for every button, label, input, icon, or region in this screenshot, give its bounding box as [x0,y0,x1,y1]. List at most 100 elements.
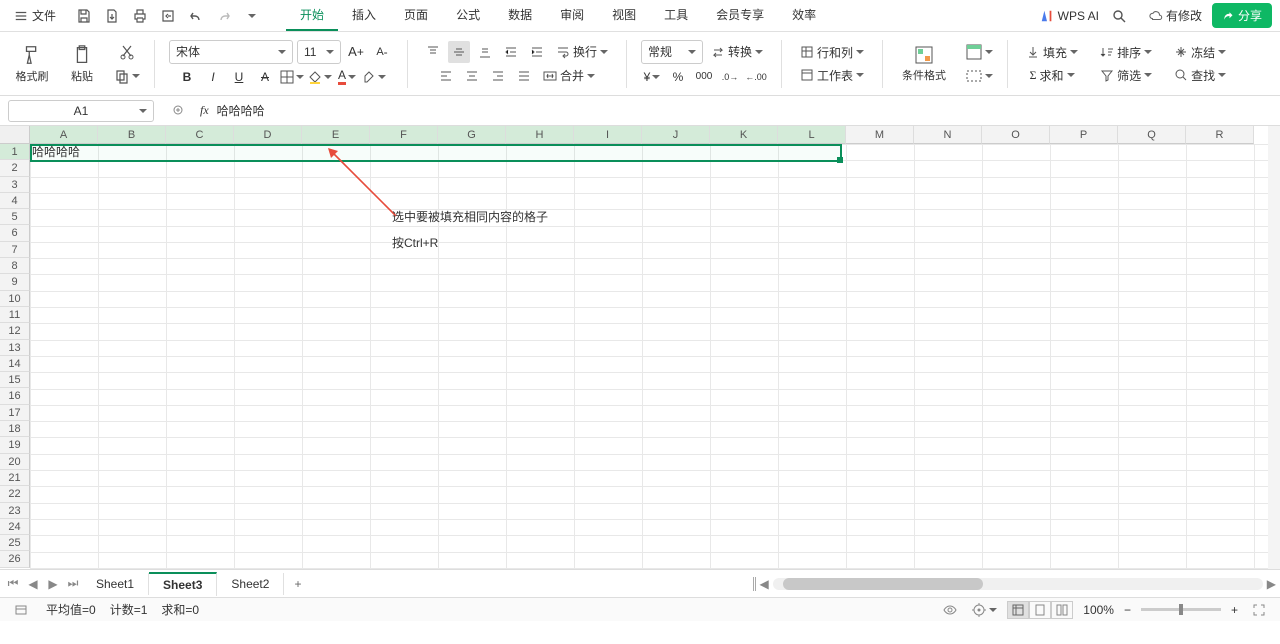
horizontal-scrollbar[interactable] [773,578,1263,590]
zoom-value[interactable]: 100% [1083,603,1114,617]
border-button[interactable] [280,66,304,88]
col-header-Q[interactable]: Q [1118,126,1186,144]
name-box[interactable]: A1 [8,100,154,122]
paste-button[interactable]: 粘贴 [60,38,104,90]
row-header-5[interactable]: 5 [0,209,30,225]
copy-button[interactable] [114,65,140,87]
row-header-19[interactable]: 19 [0,437,30,453]
tab-formula[interactable]: 公式 [442,0,494,31]
row-header-10[interactable]: 10 [0,291,30,307]
row-header-20[interactable]: 20 [0,454,30,470]
strikethrough-button[interactable]: A [254,66,276,88]
decrease-font-button[interactable]: A- [371,41,393,63]
row-header-9[interactable]: 9 [0,274,30,290]
filter-button[interactable]: 筛选 [1096,65,1156,86]
fx-icon[interactable]: fx [200,103,209,118]
col-header-N[interactable]: N [914,126,982,144]
col-header-A[interactable]: A [30,126,98,144]
share-button[interactable]: 分享 [1212,3,1272,28]
fill-color-button[interactable] [308,66,332,88]
status-menu-button[interactable] [10,599,32,621]
tab-review[interactable]: 审阅 [546,0,598,31]
focus-button[interactable] [971,599,997,621]
col-header-B[interactable]: B [98,126,166,144]
view-normal-button[interactable] [1007,601,1029,619]
row-header-23[interactable]: 23 [0,503,30,519]
vertical-scrollbar[interactable] [1268,126,1280,569]
redo-button[interactable] [214,6,234,26]
row-header-12[interactable]: 12 [0,323,30,339]
find-button[interactable]: 查找 [1170,65,1230,86]
wrap-text-button[interactable]: 换行 [552,41,612,62]
tab-member[interactable]: 会员专享 [702,0,778,31]
col-header-R[interactable]: R [1186,126,1254,144]
row-header-16[interactable]: 16 [0,388,30,404]
row-header-2[interactable]: 2 [0,160,30,176]
percent-button[interactable]: % [667,66,689,88]
row-header-11[interactable]: 11 [0,307,30,323]
modified-indicator[interactable]: 有修改 [1149,7,1202,24]
merge-cells-button[interactable]: 合并 [539,65,599,86]
fullscreen-button[interactable] [1248,599,1270,621]
clear-format-button[interactable] [362,66,386,88]
sheet-nav-next[interactable]: ▶ [44,575,62,593]
decrease-decimal-button[interactable]: .0→ [719,66,741,88]
row-header-18[interactable]: 18 [0,421,30,437]
row-header-4[interactable]: 4 [0,193,30,209]
row-header-21[interactable]: 21 [0,470,30,486]
col-header-M[interactable]: M [846,126,914,144]
cond-format-button[interactable]: 条件格式 [897,38,951,90]
align-bottom-button[interactable] [474,41,496,63]
underline-button[interactable]: U [228,66,250,88]
export-button[interactable] [102,6,122,26]
row-header-15[interactable]: 15 [0,372,30,388]
sort-button[interactable]: 排序 [1096,42,1156,63]
sheet-nav-first[interactable]: ⏮ [4,575,22,593]
row-header-14[interactable]: 14 [0,356,30,372]
hscroll-left[interactable]: ◀ [760,577,769,591]
fill-button[interactable]: 填充 [1022,42,1082,63]
row-header-26[interactable]: 26 [0,551,30,567]
font-color-button[interactable]: A [336,66,358,88]
col-header-L[interactable]: L [778,126,846,144]
sheet-tab-2[interactable]: Sheet3 [149,572,217,596]
align-middle-button[interactable] [448,41,470,63]
col-header-J[interactable]: J [642,126,710,144]
increase-font-button[interactable]: A+ [345,41,367,63]
col-header-C[interactable]: C [166,126,234,144]
number-format-select[interactable]: 常规 [641,40,703,64]
freeze-button[interactable]: 冻结 [1170,42,1230,63]
row-header-1[interactable]: 1 [0,144,30,160]
col-header-D[interactable]: D [234,126,302,144]
tab-insert[interactable]: 插入 [338,0,390,31]
sheet-tab-3[interactable]: Sheet2 [217,573,284,595]
col-header-P[interactable]: P [1050,126,1118,144]
col-header-H[interactable]: H [506,126,574,144]
row-header-7[interactable]: 7 [0,242,30,258]
col-header-F[interactable]: F [370,126,438,144]
comma-button[interactable]: 000 [693,66,715,88]
sheet-nav-prev[interactable]: ◀ [24,575,42,593]
sheet-nav-last[interactable]: ⏭ [64,575,82,593]
align-left-button[interactable] [435,65,457,87]
justify-button[interactable] [513,65,535,87]
bold-button[interactable]: B [176,66,198,88]
view-break-button[interactable] [1051,601,1073,619]
align-center-button[interactable] [461,65,483,87]
row-header-13[interactable]: 13 [0,340,30,356]
search-button[interactable] [1109,6,1129,26]
zoom-slider[interactable] [1141,608,1221,611]
row-header-25[interactable]: 25 [0,535,30,551]
print-button[interactable] [130,6,150,26]
format-painter-button[interactable]: 格式刷 [10,38,54,90]
print-preview-button[interactable] [158,6,178,26]
rowcol-button[interactable]: 行和列 [796,42,868,63]
row-header-6[interactable]: 6 [0,225,30,241]
align-right-button[interactable] [487,65,509,87]
cell-style-button[interactable] [965,65,993,87]
wps-ai-button[interactable]: WPS AI [1040,9,1099,23]
worksheet-button[interactable]: 工作表 [796,65,868,86]
col-header-G[interactable]: G [438,126,506,144]
cell-grid[interactable]: 哈哈哈哈 选中要被填充相同内容的格子 按Ctrl+R [30,144,1268,569]
tab-tools[interactable]: 工具 [650,0,702,31]
